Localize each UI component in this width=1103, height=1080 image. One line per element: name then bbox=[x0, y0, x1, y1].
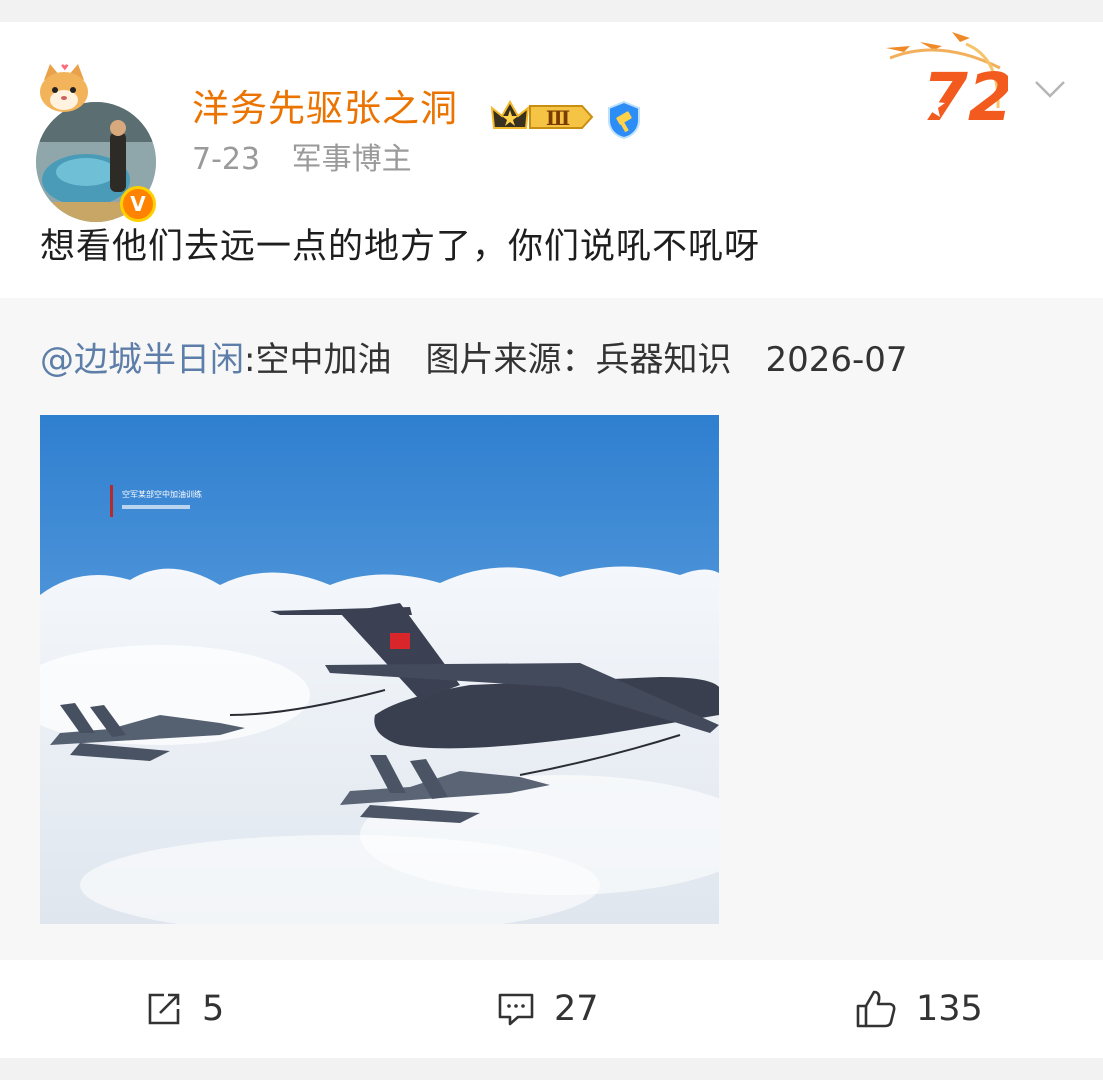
share-button[interactable]: 5 bbox=[144, 988, 224, 1030]
repost-author-link[interactable]: @边城半日闲 bbox=[40, 340, 244, 380]
comment-count: 27 bbox=[554, 989, 599, 1029]
chevron-down-icon[interactable] bbox=[1030, 74, 1070, 104]
share-count: 5 bbox=[202, 989, 225, 1029]
comment-button[interactable]: 27 bbox=[496, 988, 599, 1030]
repost-block[interactable]: @边城半日闲:空中加油 图片来源：兵器知识 2026-07 空军某部空中加油训练 bbox=[0, 298, 1103, 960]
v-badge-icon: V bbox=[120, 186, 156, 222]
repost-date: 2026-07 bbox=[765, 340, 908, 380]
verified-icon bbox=[608, 100, 640, 140]
action-bar: 5 27 135 bbox=[0, 960, 1103, 1058]
repost-text: @边城半日闲:空中加油 图片来源：兵器知识 2026-07 bbox=[40, 332, 908, 381]
image-caption: 空军某部空中加油训练 bbox=[122, 489, 202, 499]
cat-sticker-icon bbox=[40, 64, 88, 112]
svg-text:72: 72 bbox=[922, 59, 1008, 128]
post-date: 7-23 bbox=[192, 142, 261, 177]
crown-level-icon: Ⅲ bbox=[490, 99, 594, 130]
like-button[interactable]: 135 bbox=[854, 988, 983, 1030]
like-icon bbox=[856, 990, 896, 1028]
share-icon bbox=[148, 993, 180, 1025]
weibo-post-card: V 洋务先驱张之洞 Ⅲ 7-23 军事博主 72 想看他们去远一点的地方了，你们… bbox=[0, 22, 1103, 1058]
repost-text-a: :空中加油 bbox=[244, 340, 392, 380]
repost-image[interactable]: 空军某部空中加油训练 bbox=[40, 415, 719, 924]
anniversary-72-icon: 72 bbox=[886, 32, 1008, 128]
post-meta: 7-23 军事博主 bbox=[192, 134, 412, 178]
comment-icon bbox=[498, 993, 534, 1026]
post-content: 想看他们去远一点的地方了，你们说吼不吼呀 bbox=[40, 227, 761, 267]
repost-source: 图片来源：兵器知识 bbox=[425, 340, 732, 380]
username[interactable]: 洋务先驱张之洞 bbox=[192, 78, 458, 132]
level-badge-text: Ⅲ bbox=[546, 106, 570, 130]
like-count: 135 bbox=[916, 989, 983, 1029]
author-role: 军事博主 bbox=[291, 142, 412, 177]
avatar[interactable]: V bbox=[36, 62, 160, 222]
